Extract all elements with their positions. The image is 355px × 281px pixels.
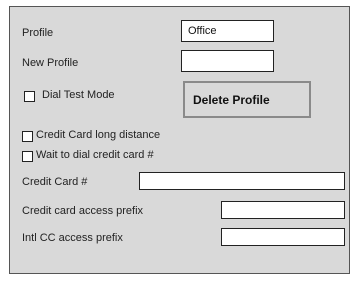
profile-field[interactable]: Office	[181, 20, 274, 42]
credit-card-long-distance-checkbox[interactable]	[22, 131, 33, 142]
intl-cc-access-prefix-label: Intl CC access prefix	[22, 232, 123, 244]
wait-to-dial-checkbox[interactable]	[22, 151, 33, 162]
wait-to-dial-label: Wait to dial credit card #	[36, 149, 154, 161]
dial-test-mode-label: Dial Test Mode	[42, 89, 115, 101]
intl-cc-access-prefix-field[interactable]	[221, 228, 345, 246]
settings-panel: Profile Office New Profile Dial Test Mod…	[9, 6, 350, 274]
credit-card-long-distance-label: Credit Card long distance	[36, 129, 161, 141]
delete-profile-button[interactable]: Delete Profile	[183, 81, 311, 118]
credit-card-access-prefix-field[interactable]	[221, 201, 345, 219]
profile-label: Profile	[22, 27, 54, 39]
dial-test-mode-checkbox[interactable]	[24, 91, 35, 102]
credit-card-access-prefix-label: Credit card access prefix	[22, 205, 144, 217]
new-profile-field[interactable]	[181, 50, 274, 72]
new-profile-label: New Profile	[22, 57, 79, 69]
credit-card-number-field[interactable]	[139, 172, 345, 190]
credit-card-number-label: Credit Card #	[22, 176, 88, 188]
